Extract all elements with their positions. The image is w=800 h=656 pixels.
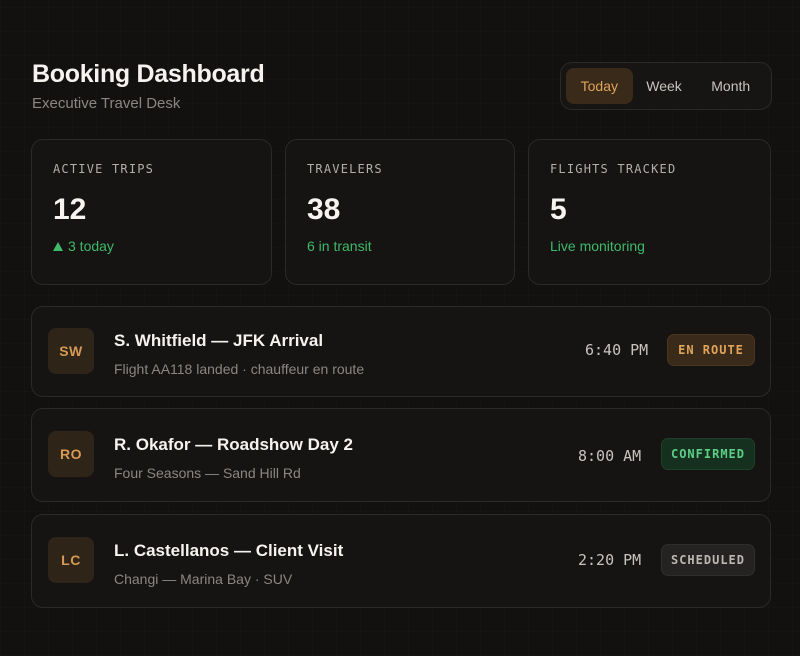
avatar: SW — [48, 328, 94, 374]
stat-value: 5 — [550, 193, 567, 226]
booking-subtitle: Flight AA118 landed · chauffeur en route — [114, 361, 365, 377]
booking-row-okafor[interactable]: RO R. Okafor — Roadshow Day 2 Four Seaso… — [31, 408, 771, 502]
page-subtitle: Executive Travel Desk — [32, 95, 181, 112]
stat-note-text: 6 in transit — [307, 238, 372, 254]
stat-label: ACTIVE TRIPS — [53, 162, 155, 176]
range-today-button[interactable]: Today — [566, 68, 633, 104]
booking-row-whitfield[interactable]: SW S. Whitfield — JFK Arrival Flight AA1… — [31, 306, 771, 397]
stat-note: Live monitoring — [550, 238, 749, 254]
page-title: Booking Dashboard — [32, 60, 265, 88]
stat-value: 38 — [307, 193, 341, 226]
avatar: LC — [48, 537, 94, 583]
range-week-button[interactable]: Week — [635, 68, 694, 104]
booking-subtitle: Four Seasons — Sand Hill Rd — [114, 465, 301, 481]
stat-note: 3 today — [53, 238, 250, 254]
stat-label: TRAVELERS — [307, 162, 383, 176]
booking-title: S. Whitfield — JFK Arrival — [114, 331, 324, 350]
stat-card-flights-tracked: FLIGHTS TRACKED 5 Live monitoring — [528, 139, 771, 285]
booking-time: 6:40 PM — [585, 341, 649, 359]
stat-note-text: 3 today — [68, 238, 114, 254]
status-badge: SCHEDULED — [661, 544, 755, 576]
status-badge: CONFIRMED — [661, 438, 755, 470]
stat-value: 12 — [53, 193, 87, 226]
booking-time: 2:20 PM — [578, 551, 642, 569]
stat-card-active-trips: ACTIVE TRIPS 12 3 today — [31, 139, 272, 285]
booking-time: 8:00 AM — [578, 447, 642, 465]
booking-title: R. Okafor — Roadshow Day 2 — [114, 435, 353, 454]
booking-row-castellanos[interactable]: LC L. Castellanos — Client Visit Changi … — [31, 514, 771, 608]
arrow-up-icon — [53, 241, 63, 251]
booking-title: L. Castellanos — Client Visit — [114, 541, 344, 560]
stat-note: 6 in transit — [307, 238, 493, 254]
avatar: RO — [48, 431, 94, 477]
page-header: Booking Dashboard Executive Travel Desk — [32, 58, 265, 112]
stat-label: FLIGHTS TRACKED — [550, 162, 677, 176]
date-range-toggle: Today Week Month — [560, 62, 772, 110]
booking-subtitle: Changi — Marina Bay · SUV — [114, 571, 293, 587]
status-badge: EN ROUTE — [667, 334, 755, 366]
range-month-button[interactable]: Month — [695, 68, 766, 104]
stat-note-text: Live monitoring — [550, 238, 645, 254]
stat-card-travelers: TRAVELERS 38 6 in transit — [285, 139, 515, 285]
